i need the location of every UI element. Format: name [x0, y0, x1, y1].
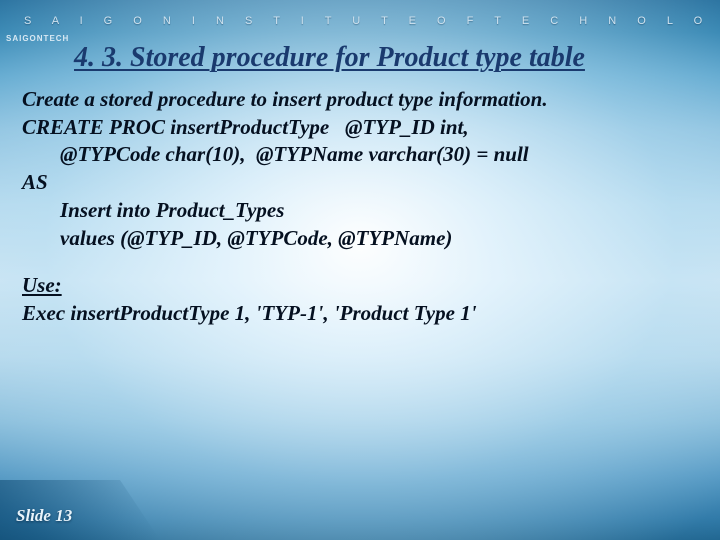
- body-line: AS: [22, 169, 690, 197]
- slide-number: Slide 13: [16, 506, 72, 526]
- body-line: Create a stored procedure to insert prod…: [22, 86, 690, 114]
- body-line: CREATE PROC insertProductType @TYP_ID in…: [22, 114, 690, 142]
- body-line: @TYPCode char(10), @TYPName varchar(30) …: [22, 141, 690, 169]
- slide-title: 4. 3. Stored procedure for Product type …: [74, 42, 700, 74]
- body-line: Exec insertProductType 1, 'TYP-1', 'Prod…: [22, 300, 690, 328]
- slide: S A I G O N I N S T I T U T E O F T E C …: [0, 0, 720, 540]
- logo-text: SAIGONTECH: [6, 34, 69, 43]
- institution-name: S A I G O N I N S T I T U T E O F T E C …: [24, 15, 720, 27]
- header-bar: S A I G O N I N S T I T U T E O F T E C …: [0, 0, 720, 42]
- slide-body: Create a stored procedure to insert prod…: [22, 86, 690, 328]
- body-line: Insert into Product_Types: [22, 197, 690, 225]
- spacer: [22, 252, 690, 272]
- body-line: values (@TYP_ID, @TYPCode, @TYPName): [22, 225, 690, 253]
- body-line: Use:: [22, 272, 690, 300]
